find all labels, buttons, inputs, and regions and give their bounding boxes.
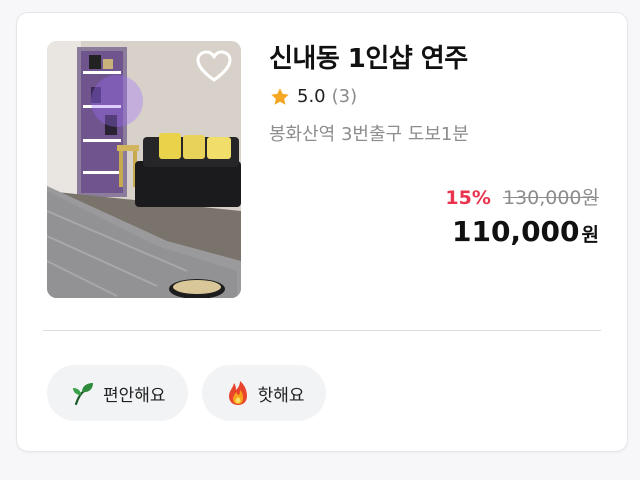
listing-title[interactable]: 신내동 1인샵 연주 bbox=[269, 43, 599, 75]
listing-info: 신내동 1인샵 연주 5.0 (3) 봉화산역 3번출구 도보1분 bbox=[269, 43, 599, 147]
price-block: 15% 130,000원 110,000 원 bbox=[445, 185, 599, 253]
leaf-icon bbox=[73, 383, 93, 406]
location-text: 봉화산역 3번출구 도보1분 bbox=[269, 124, 469, 145]
tag-label: 핫해요 bbox=[257, 385, 305, 406]
star-icon bbox=[271, 88, 289, 105]
tag-list: 편안해요 핫해요 bbox=[47, 365, 327, 421]
price-original-row: 15% 130,000원 bbox=[445, 185, 599, 211]
price-final-row: 110,000 원 bbox=[445, 215, 599, 253]
rating-score: 5.0 bbox=[297, 86, 326, 107]
favorite-heart-icon[interactable] bbox=[195, 49, 233, 85]
final-price: 110,000 bbox=[451, 215, 580, 248]
fire-icon bbox=[228, 381, 247, 405]
price-unit: 원 bbox=[581, 224, 599, 246]
rating-row: 5.0 (3) bbox=[269, 85, 599, 109]
original-price: 130,000원 bbox=[502, 187, 599, 209]
tag-hot[interactable]: 핫해요 bbox=[201, 365, 327, 421]
listing-photo[interactable] bbox=[47, 41, 241, 298]
divider bbox=[43, 330, 601, 331]
tag-label: 편안해요 bbox=[103, 385, 166, 406]
review-count[interactable]: (3) bbox=[332, 85, 358, 109]
tag-comfortable[interactable]: 편안해요 bbox=[47, 365, 188, 421]
discount-badge: 15% bbox=[445, 187, 491, 209]
listing-card[interactable]: 신내동 1인샵 연주 5.0 (3) 봉화산역 3번출구 도보1분 15% 13… bbox=[16, 12, 628, 452]
